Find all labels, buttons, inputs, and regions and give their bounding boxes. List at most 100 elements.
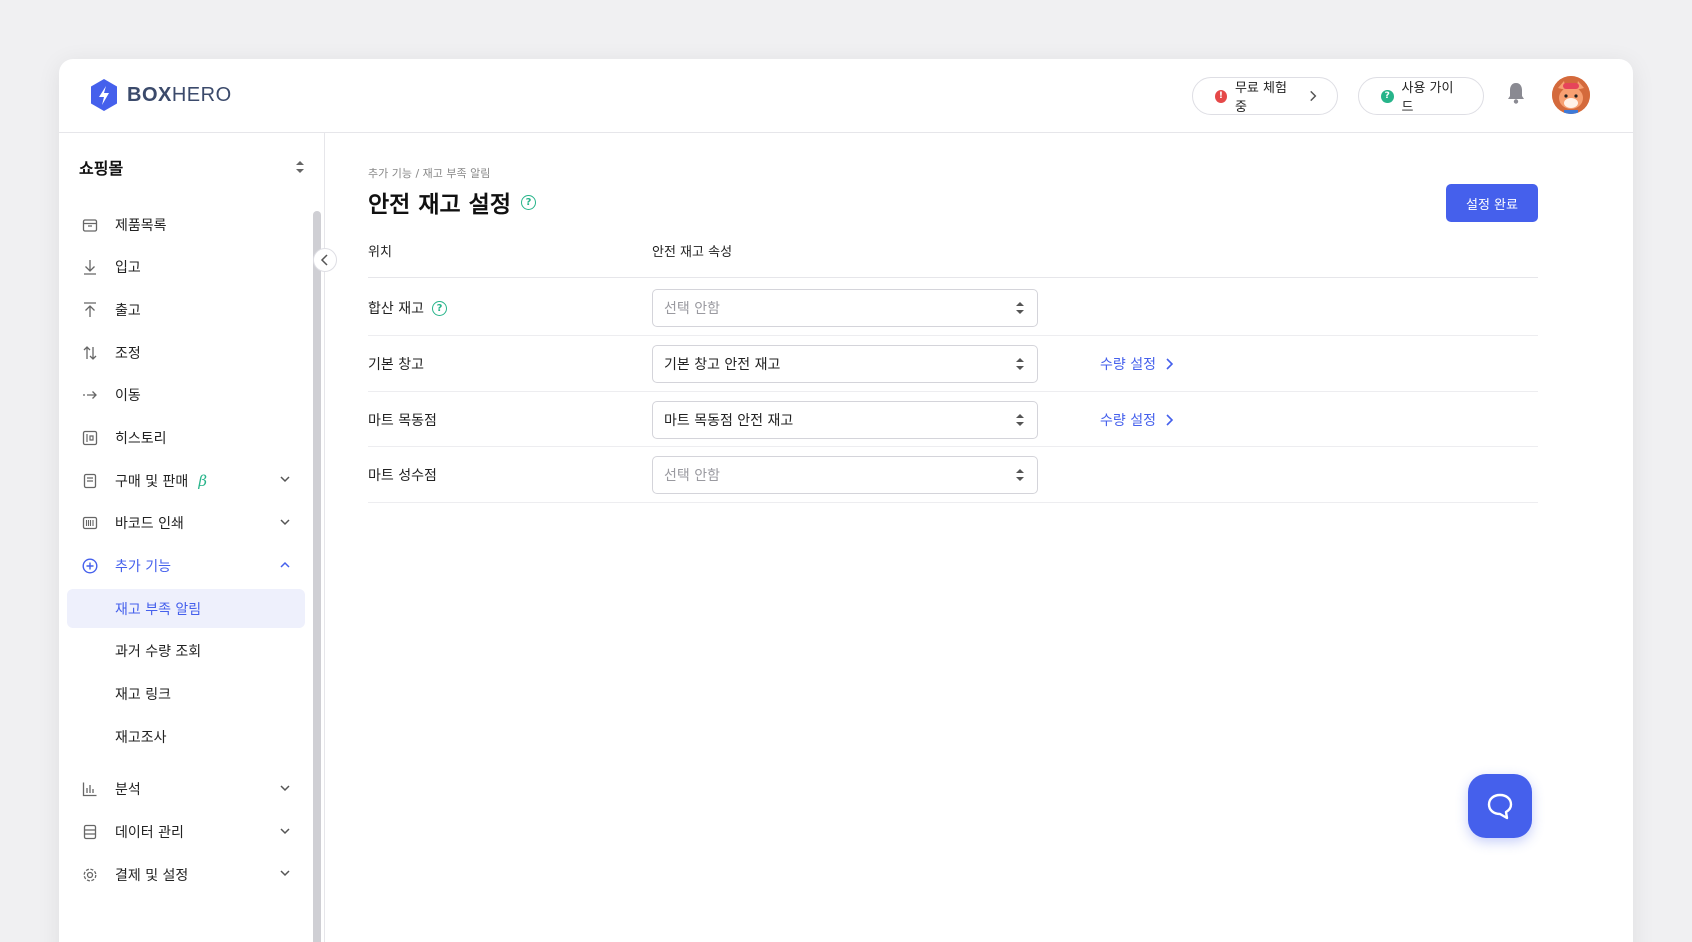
table-row: 기본 창고 기본 창고 안전 재고 수량 설정 bbox=[368, 336, 1538, 392]
location-label: 합산 재고 bbox=[368, 301, 424, 317]
logo-text-hero: HERO bbox=[171, 83, 232, 106]
sidebar-item-history[interactable]: 히스토리 bbox=[67, 418, 305, 457]
user-guide-label: 사용 가이드 bbox=[1401, 81, 1454, 115]
sort-updown-icon bbox=[296, 161, 304, 173]
user-guide-button[interactable]: ? 사용 가이드 bbox=[1358, 77, 1484, 115]
sidebar-item-label: 결제 및 설정 bbox=[115, 867, 189, 884]
avatar-fox-icon bbox=[1552, 76, 1590, 114]
page-title: 안전 재고 설정 ? bbox=[368, 185, 536, 219]
safety-stock-select[interactable]: 마트 목동점 안전 재고 bbox=[652, 400, 1038, 439]
sidebar-item-label: 데이터 관리 bbox=[115, 825, 184, 842]
column-safety-stock-attribute: 안전 재고 속성 bbox=[652, 245, 733, 260]
sidebar-item-label: 입고 bbox=[115, 260, 141, 277]
sidebar-subitem-label: 과거 수량 조회 bbox=[115, 644, 202, 661]
history-icon bbox=[81, 429, 99, 447]
avatar[interactable] bbox=[1552, 76, 1590, 114]
chevron-right-icon bbox=[1166, 413, 1174, 426]
sidebar-item-analytics[interactable]: 분석 bbox=[67, 770, 305, 809]
arrow-right-icon bbox=[81, 386, 99, 404]
gear-icon bbox=[81, 866, 99, 884]
sort-updown-icon bbox=[1016, 358, 1024, 370]
sidebar-item-label: 제품목록 bbox=[115, 217, 167, 234]
sidebar-item-adjust[interactable]: 조정 bbox=[67, 333, 305, 372]
sidebar-subitem-label: 재고 링크 bbox=[115, 687, 171, 704]
sidebar: 쇼핑몰 제품목록 입고 출고 조정 이동 히스토리 구매 및 판매 β 바코드 … bbox=[59, 133, 337, 942]
box-icon bbox=[81, 216, 99, 234]
select-value: 선택 안함 bbox=[664, 468, 720, 484]
sidebar-item-stock-in[interactable]: 입고 bbox=[67, 248, 305, 287]
sort-updown-icon bbox=[1016, 302, 1024, 314]
sidebar-item-stock-out[interactable]: 출고 bbox=[67, 290, 305, 329]
sidebar-subitem-stock-count[interactable]: 재고조사 bbox=[67, 717, 305, 756]
arrow-down-icon bbox=[81, 258, 99, 276]
sidebar-item-label: 조정 bbox=[115, 345, 141, 362]
breadcrumb: 추가 기능 / 재고 부족 알림 bbox=[368, 167, 491, 180]
alert-dot-icon: ! bbox=[1215, 89, 1227, 103]
sidebar-item-move[interactable]: 이동 bbox=[67, 376, 305, 415]
store-selector[interactable]: 쇼핑몰 bbox=[79, 155, 305, 179]
chevron-down-icon bbox=[280, 785, 290, 791]
free-trial-button[interactable]: ! 무료 체험중 bbox=[1192, 77, 1338, 115]
quantity-setting-link[interactable]: 수량 설정 bbox=[1100, 354, 1174, 374]
chat-bubble-icon bbox=[1487, 793, 1513, 820]
sidebar-item-add-ons[interactable]: 추가 기능 bbox=[67, 547, 305, 586]
boxhero-logo[interactable]: BOXHERO bbox=[89, 78, 232, 112]
complete-settings-button[interactable]: 설정 완료 bbox=[1446, 184, 1538, 222]
sidebar-scrollbar[interactable] bbox=[313, 211, 321, 942]
sidebar-subitem-past-quantity[interactable]: 과거 수량 조회 bbox=[67, 632, 305, 671]
document-icon bbox=[81, 472, 99, 490]
select-value: 마트 목동점 안전 재고 bbox=[664, 412, 794, 429]
sidebar-item-purchase-sales[interactable]: 구매 및 판매 β bbox=[67, 461, 305, 500]
arrow-up-icon bbox=[81, 301, 99, 319]
logo-hexagon-icon bbox=[91, 79, 117, 111]
quantity-setting-label: 수량 설정 bbox=[1100, 412, 1156, 429]
sidebar-nav: 제품목록 입고 출고 조정 이동 히스토리 구매 및 판매 β 바코드 인쇄 추… bbox=[67, 205, 305, 898]
location-label: 마트 성수점 bbox=[368, 468, 437, 484]
safety-stock-select[interactable]: 선택 안함 bbox=[652, 456, 1038, 494]
sidebar-item-label: 이동 bbox=[115, 388, 141, 405]
chevron-up-icon bbox=[280, 561, 290, 568]
sidebar-item-label: 히스토리 bbox=[115, 430, 167, 447]
free-trial-label: 무료 체험중 bbox=[1234, 81, 1287, 115]
chevron-down-icon bbox=[280, 476, 290, 483]
chevron-down-icon bbox=[280, 870, 290, 877]
sidebar-item-label: 바코드 인쇄 bbox=[115, 516, 184, 533]
database-icon bbox=[81, 823, 99, 841]
chevron-right-icon bbox=[1310, 90, 1317, 102]
help-icon[interactable]: ? bbox=[431, 300, 447, 316]
table-header: 위치 안전 재고 속성 bbox=[368, 233, 1538, 278]
sort-updown-icon bbox=[1016, 469, 1024, 481]
quantity-setting-link[interactable]: 수량 설정 bbox=[1100, 410, 1174, 430]
beta-badge: β bbox=[198, 471, 207, 490]
location-label: 마트 목동점 bbox=[368, 412, 437, 429]
sidebar-item-barcode-print[interactable]: 바코드 인쇄 bbox=[67, 504, 305, 543]
chevron-down-icon bbox=[280, 828, 290, 834]
sidebar-subitem-stock-link[interactable]: 재고 링크 bbox=[67, 675, 305, 714]
chevron-right-icon bbox=[1166, 358, 1174, 370]
arrow-updown-icon bbox=[81, 344, 99, 362]
bell-icon[interactable] bbox=[1506, 81, 1526, 105]
barcode-icon bbox=[81, 514, 99, 532]
sidebar-item-products[interactable]: 제품목록 bbox=[67, 205, 305, 244]
help-dot-icon: ? bbox=[1381, 89, 1394, 103]
sidebar-collapse-button[interactable] bbox=[313, 248, 337, 272]
app-window: BOXHERO ! 무료 체험중 ? 사용 가이드 쇼핑몰 제품목록 입고 출고… bbox=[59, 59, 1633, 942]
table-row: 마트 목동점 마트 목동점 안전 재고 수량 설정 bbox=[368, 392, 1538, 447]
select-value: 선택 안함 bbox=[664, 301, 720, 317]
sidebar-subitem-low-stock-alert[interactable]: 재고 부족 알림 bbox=[67, 589, 305, 629]
page-title-text: 안전 재고 설정 bbox=[368, 192, 511, 218]
sidebar-item-billing-settings[interactable]: 결제 및 설정 bbox=[67, 855, 305, 894]
safety-stock-select[interactable]: 기본 창고 안전 재고 bbox=[652, 345, 1038, 383]
sidebar-subitem-label: 재고조사 bbox=[115, 729, 167, 746]
sort-updown-icon bbox=[1016, 413, 1024, 426]
column-location: 위치 bbox=[368, 245, 392, 260]
help-icon[interactable]: ? bbox=[520, 194, 536, 210]
sidebar-subitem-label: 재고 부족 알림 bbox=[115, 601, 202, 618]
sidebar-item-data-management[interactable]: 데이터 관리 bbox=[67, 813, 305, 852]
table-row: 마트 성수점 선택 안함 bbox=[368, 447, 1538, 503]
plus-circle-icon bbox=[81, 557, 99, 575]
top-header: BOXHERO ! 무료 체험중 ? 사용 가이드 bbox=[59, 59, 1633, 133]
sidebar-item-label: 분석 bbox=[115, 782, 141, 799]
safety-stock-select[interactable]: 선택 안함 bbox=[652, 289, 1038, 327]
chat-support-button[interactable] bbox=[1468, 774, 1532, 838]
